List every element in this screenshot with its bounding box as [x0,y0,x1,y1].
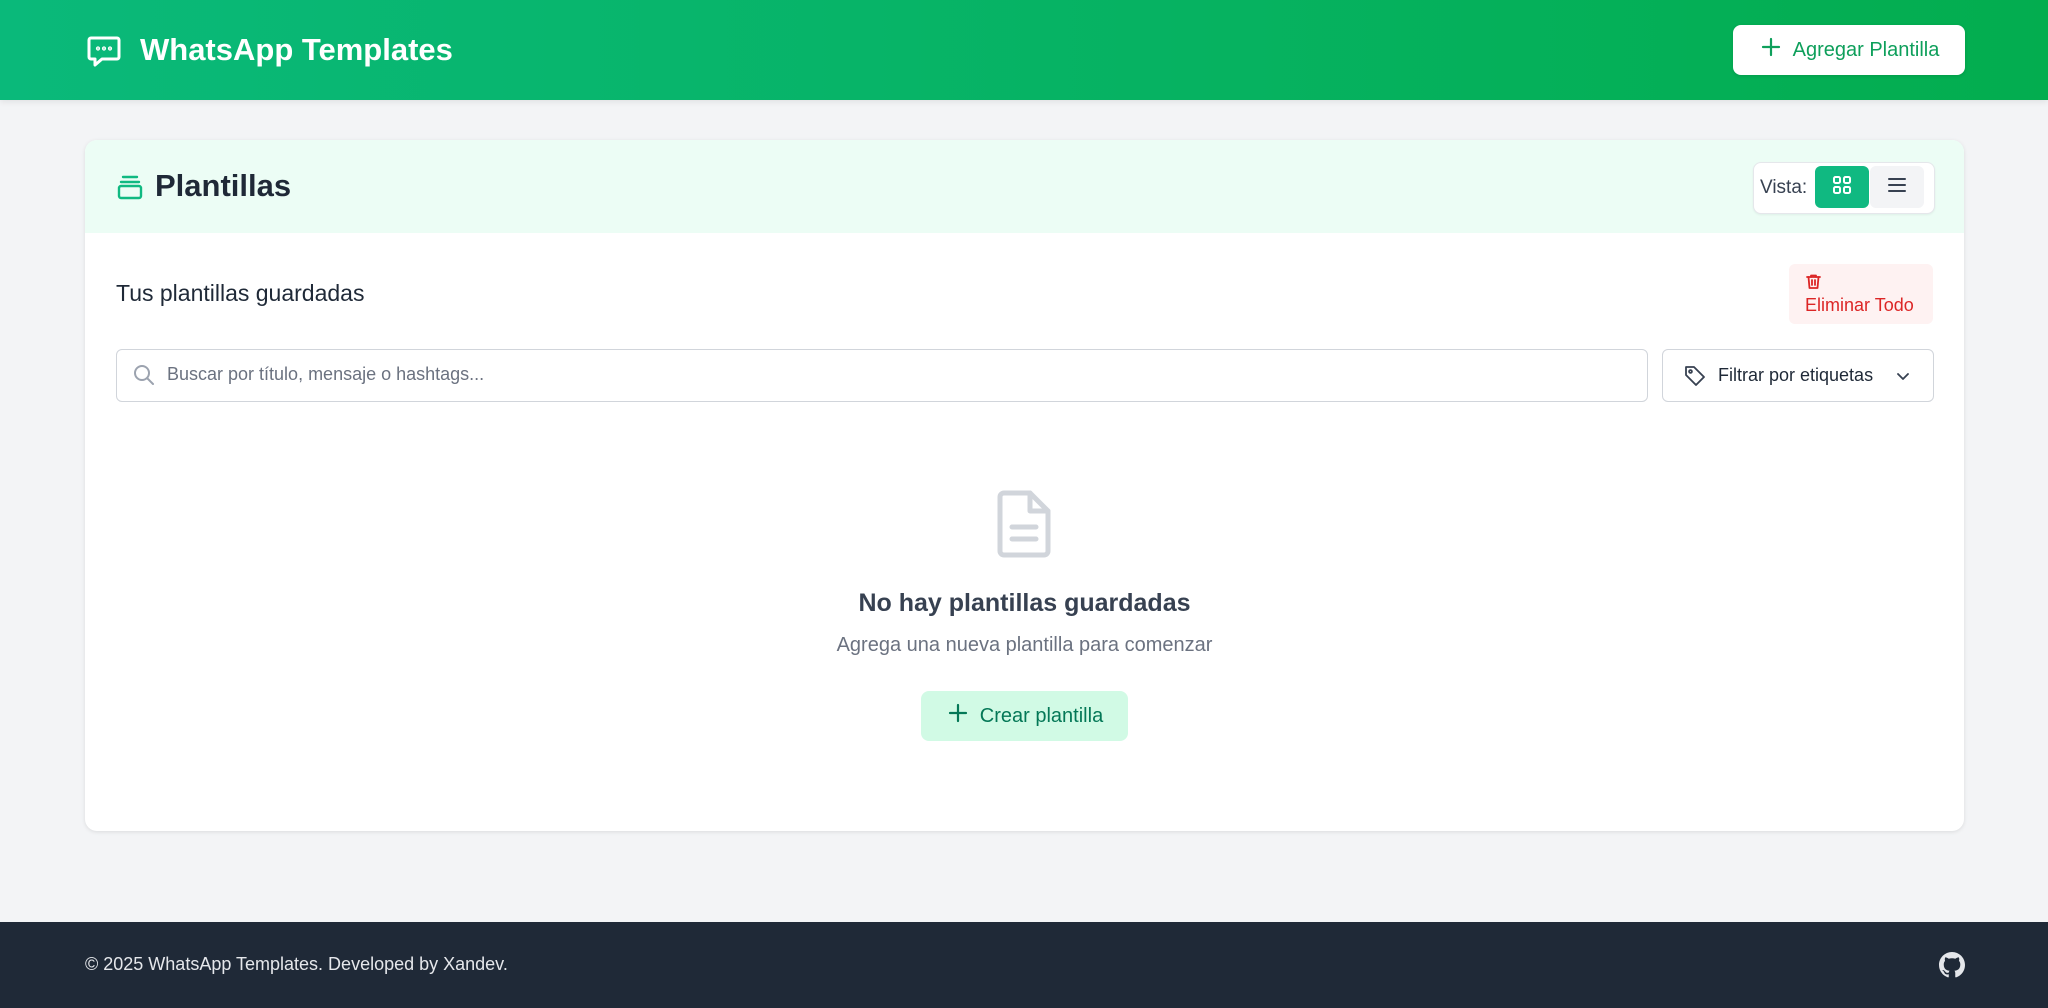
search-input[interactable] [167,350,1627,399]
add-template-label: Agregar Plantilla [1792,38,1940,61]
github-icon[interactable] [1939,952,1965,978]
templates-card: Plantillas Vista: Tus plantillas guardad… [85,140,1964,831]
app-header: WhatsApp Templates Agregar Plantilla [0,0,2048,100]
document-icon [992,489,1056,559]
tag-icon [1683,364,1707,388]
view-label: Vista: [1760,177,1808,198]
grid-icon [1831,174,1853,201]
tag-filter-label: Filtrar por etiquetas [1718,365,1874,385]
app-footer: © 2025 WhatsApp Templates. Developed by … [0,922,2048,1008]
section-subtitle: Tus plantillas guardadas [116,280,365,306]
chevron-down-icon [1893,366,1913,386]
stack-icon [116,173,144,201]
chat-bubble-icon [86,33,122,69]
empty-state-title: No hay plantillas guardadas [858,589,1191,617]
view-switch: Vista: [1753,162,1935,214]
add-template-button[interactable]: Agregar Plantilla [1733,25,1965,75]
create-template-label: Crear plantilla [979,704,1104,727]
footer-copyright: © 2025 WhatsApp Templates. Developed by … [85,954,508,974]
list-icon [1886,174,1908,201]
search-box [116,349,1648,402]
plus-icon [946,701,970,731]
delete-all-label: Eliminar Todo [1805,295,1914,315]
search-icon [132,363,156,387]
create-template-button[interactable]: Crear plantilla [921,691,1128,741]
card-title: Plantillas [155,168,292,203]
empty-state-description: Agrega una nueva plantilla para comenzar [836,634,1213,656]
grid-view-button[interactable] [1815,166,1869,208]
list-view-button[interactable] [1870,166,1924,208]
card-header: Plantillas Vista: [85,140,1964,233]
app-title: WhatsApp Templates [140,32,453,67]
tag-filter-button[interactable]: Filtrar por etiquetas [1662,349,1934,402]
delete-all-button[interactable]: Eliminar Todo [1789,264,1933,324]
plus-icon [1759,35,1783,65]
